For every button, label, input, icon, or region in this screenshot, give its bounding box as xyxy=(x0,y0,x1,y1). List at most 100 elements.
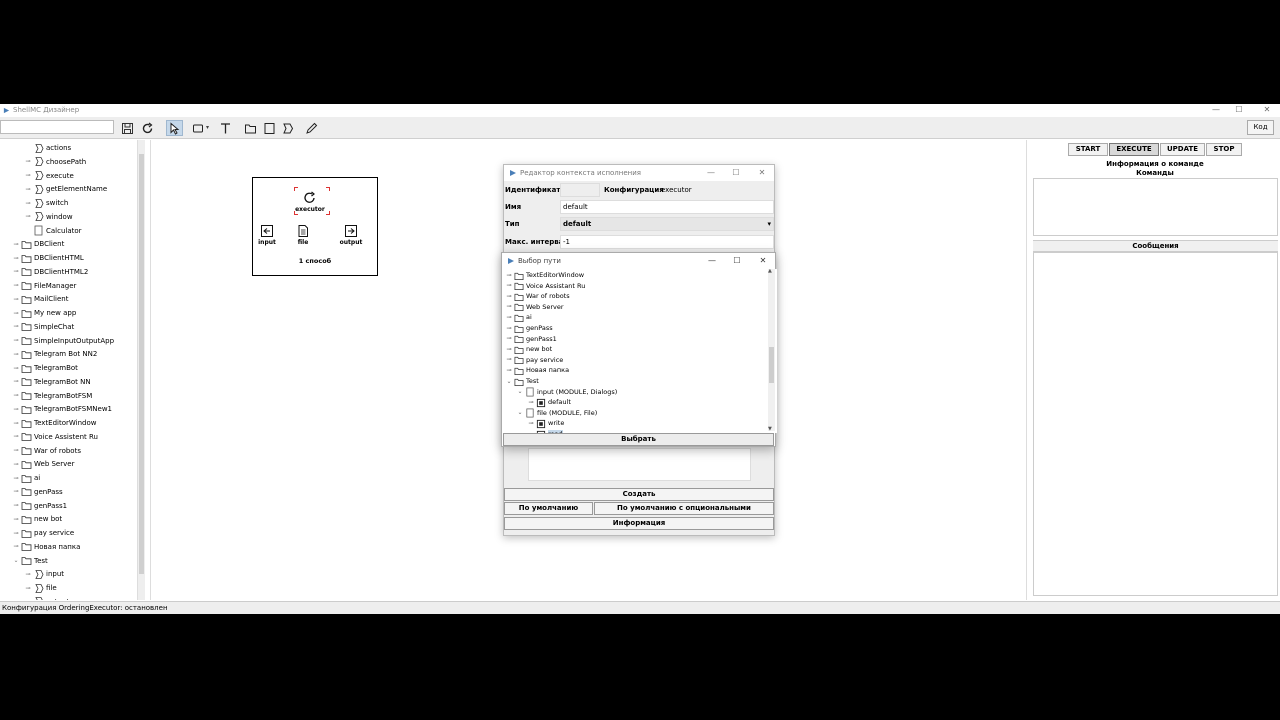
expand-toggle-icon[interactable]: ⊸ xyxy=(505,303,513,310)
expand-toggle-icon[interactable]: ⊸ xyxy=(12,351,20,358)
expand-toggle-icon[interactable]: ⊸ xyxy=(12,502,20,509)
refresh-button[interactable] xyxy=(139,120,156,136)
tree-filter-input[interactable] xyxy=(0,120,114,134)
tree-item[interactable]: ⊸ TelegramBot NN xyxy=(12,376,91,388)
expand-toggle-icon[interactable]: ⊸ xyxy=(12,323,20,330)
description-area[interactable] xyxy=(528,448,751,481)
expand-toggle-icon[interactable]: ⊸ xyxy=(12,365,20,372)
maximize-button[interactable]: ☐ xyxy=(1233,105,1245,115)
expand-toggle-icon[interactable]: ⊸ xyxy=(12,268,20,275)
tree-item[interactable]: ⊸ window xyxy=(24,211,73,223)
tree-item[interactable]: ⊸ choosePath xyxy=(24,156,86,168)
path-tree-item[interactable]: ⊸ ai xyxy=(505,312,532,322)
path-dialog-titlebar[interactable]: Выбор пути — ☐ ✕ xyxy=(502,253,775,269)
tree-item[interactable]: ⊸ switch xyxy=(24,197,68,209)
scroll-up-icon[interactable]: ▲ xyxy=(768,269,772,274)
save-button[interactable] xyxy=(119,120,136,136)
stop-button[interactable]: STOP xyxy=(1206,143,1242,156)
rectangle-tool-button[interactable] xyxy=(190,120,207,136)
default-button[interactable]: По умолчанию xyxy=(504,502,593,515)
expand-toggle-icon[interactable]: ⊸ xyxy=(12,296,20,303)
tree-item[interactable]: ⊸ My new app xyxy=(12,307,76,319)
tree-item[interactable]: actions xyxy=(24,142,71,154)
expand-toggle-icon[interactable]: ⊸ xyxy=(12,406,20,413)
path-tree-item[interactable]: ⊸ genPass1 xyxy=(505,334,557,344)
start-button[interactable]: START xyxy=(1068,143,1108,156)
tree-item[interactable]: Calculator xyxy=(24,225,82,237)
path-tree-item[interactable]: ⊸ TextEditorWindow xyxy=(505,270,584,280)
expand-toggle-icon[interactable]: ⊸ xyxy=(24,585,32,592)
tree-item[interactable]: ⊸ Telegram Bot NN2 xyxy=(12,348,97,360)
path-tree-item[interactable]: ⌄ Test xyxy=(505,376,539,386)
expand-toggle-icon[interactable]: ⊸ xyxy=(505,314,513,321)
minimize-button[interactable]: — xyxy=(705,167,717,178)
expand-toggle-icon[interactable]: ⌄ xyxy=(12,557,20,564)
expand-toggle-icon[interactable]: ⊸ xyxy=(505,367,513,374)
tree-item[interactable]: ⊸ output xyxy=(24,596,69,600)
tree-item[interactable]: ⊸ input xyxy=(24,568,64,580)
tree-item[interactable]: ⊸ Новая папка xyxy=(12,541,80,553)
module-input[interactable]: input xyxy=(255,224,279,246)
messages-area[interactable] xyxy=(1033,252,1278,596)
default-with-optional-button[interactable]: По умолчанию с опциональными xyxy=(594,502,774,515)
code-button[interactable]: Код xyxy=(1247,120,1274,135)
minimize-button[interactable]: — xyxy=(1210,105,1222,115)
expand-toggle-icon[interactable]: ⊸ xyxy=(12,255,20,262)
module-output[interactable]: output xyxy=(337,224,365,246)
expand-toggle-icon[interactable]: ⊸ xyxy=(24,158,32,165)
expand-toggle-icon[interactable]: ⌄ xyxy=(505,378,513,385)
tree-item[interactable]: ⊸ DBClientHTML xyxy=(12,252,84,264)
expand-toggle-icon[interactable]: ⌄ xyxy=(516,388,524,395)
expand-toggle-icon[interactable]: ⊸ xyxy=(12,447,20,454)
tree-item[interactable]: ⊸ DBClient xyxy=(12,238,64,250)
update-button[interactable]: UPDATE xyxy=(1160,143,1205,156)
tree-item[interactable]: ⊸ TelegramBotFSM xyxy=(12,390,92,402)
tree-item[interactable]: ⊸ MailClient xyxy=(12,293,68,305)
path-tree-item[interactable]: ⊸ Voice Assistant Ru xyxy=(505,281,585,291)
commands-area[interactable] xyxy=(1033,178,1278,236)
type-select[interactable]: default ▾ xyxy=(560,217,774,231)
expand-toggle-icon[interactable]: ⊸ xyxy=(24,172,32,179)
expand-toggle-icon[interactable]: ⊸ xyxy=(12,461,20,468)
path-tree-item[interactable]: ⊸ genPass xyxy=(505,323,553,333)
path-tree-item[interactable]: ⊸ pay service xyxy=(505,355,563,365)
expand-toggle-icon[interactable]: ⊸ xyxy=(12,488,20,495)
expand-toggle-icon[interactable]: ⊸ xyxy=(12,433,20,440)
expand-toggle-icon[interactable]: ⊸ xyxy=(12,378,20,385)
close-button[interactable]: ✕ xyxy=(1261,105,1273,115)
folder-tool-button[interactable] xyxy=(242,120,259,136)
path-tree-item[interactable]: ⌄ input (MODULE, Dialogs) xyxy=(516,387,617,397)
expand-toggle-icon[interactable]: ⊸ xyxy=(527,399,535,406)
path-tree-item[interactable]: ⊸ write xyxy=(527,418,564,428)
max-interval-field[interactable]: -1 xyxy=(560,235,774,249)
tree-item[interactable]: ⊸ SimpleChat xyxy=(12,321,74,333)
chevron-down-icon[interactable]: ▾ xyxy=(767,218,771,230)
tree-item[interactable]: ⊸ getElementName xyxy=(24,183,107,195)
expand-toggle-icon[interactable]: ⊸ xyxy=(12,241,20,248)
expand-toggle-icon[interactable]: ⊸ xyxy=(505,325,513,332)
path-tree-item[interactable]: ⌄ file (MODULE, File) xyxy=(516,408,597,418)
tree-item[interactable]: ⊸ DBClientHTML2 xyxy=(12,266,88,278)
tree-item[interactable]: ⊸ TextEditorWindow xyxy=(12,417,96,429)
path-tree-item[interactable]: ⊸ Новая папка xyxy=(505,365,569,375)
maximize-button[interactable]: ☐ xyxy=(730,167,742,178)
expand-toggle-icon[interactable]: ⊸ xyxy=(12,516,20,523)
tree-item[interactable]: ⊸ FileManager xyxy=(12,280,76,292)
expand-toggle-icon[interactable]: ⊸ xyxy=(12,543,20,550)
information-button[interactable]: Информация xyxy=(504,517,774,530)
tree-scrollbar[interactable] xyxy=(137,140,145,600)
tree-item[interactable]: ⊸ SimpleInputOutputApp xyxy=(12,335,114,347)
expand-toggle-icon[interactable]: ⊸ xyxy=(527,420,535,427)
close-button[interactable]: ✕ xyxy=(757,255,769,266)
expand-toggle-icon[interactable]: ⊸ xyxy=(12,310,20,317)
expand-toggle-icon[interactable]: ⊸ xyxy=(12,392,20,399)
expand-toggle-icon[interactable]: ⊸ xyxy=(505,293,513,300)
expand-toggle-icon[interactable]: ⊸ xyxy=(12,530,20,537)
expand-toggle-icon[interactable]: ⌄ xyxy=(516,409,524,416)
path-tree-item[interactable]: ⊸ new bot xyxy=(505,344,552,354)
expand-toggle-icon[interactable]: ⊸ xyxy=(505,272,513,279)
close-button[interactable]: ✕ xyxy=(756,167,768,178)
module-executor[interactable]: executor xyxy=(295,191,325,213)
expand-toggle-icon[interactable]: ⊸ xyxy=(12,337,20,344)
tree-item[interactable]: ⊸ ai xyxy=(12,472,40,484)
